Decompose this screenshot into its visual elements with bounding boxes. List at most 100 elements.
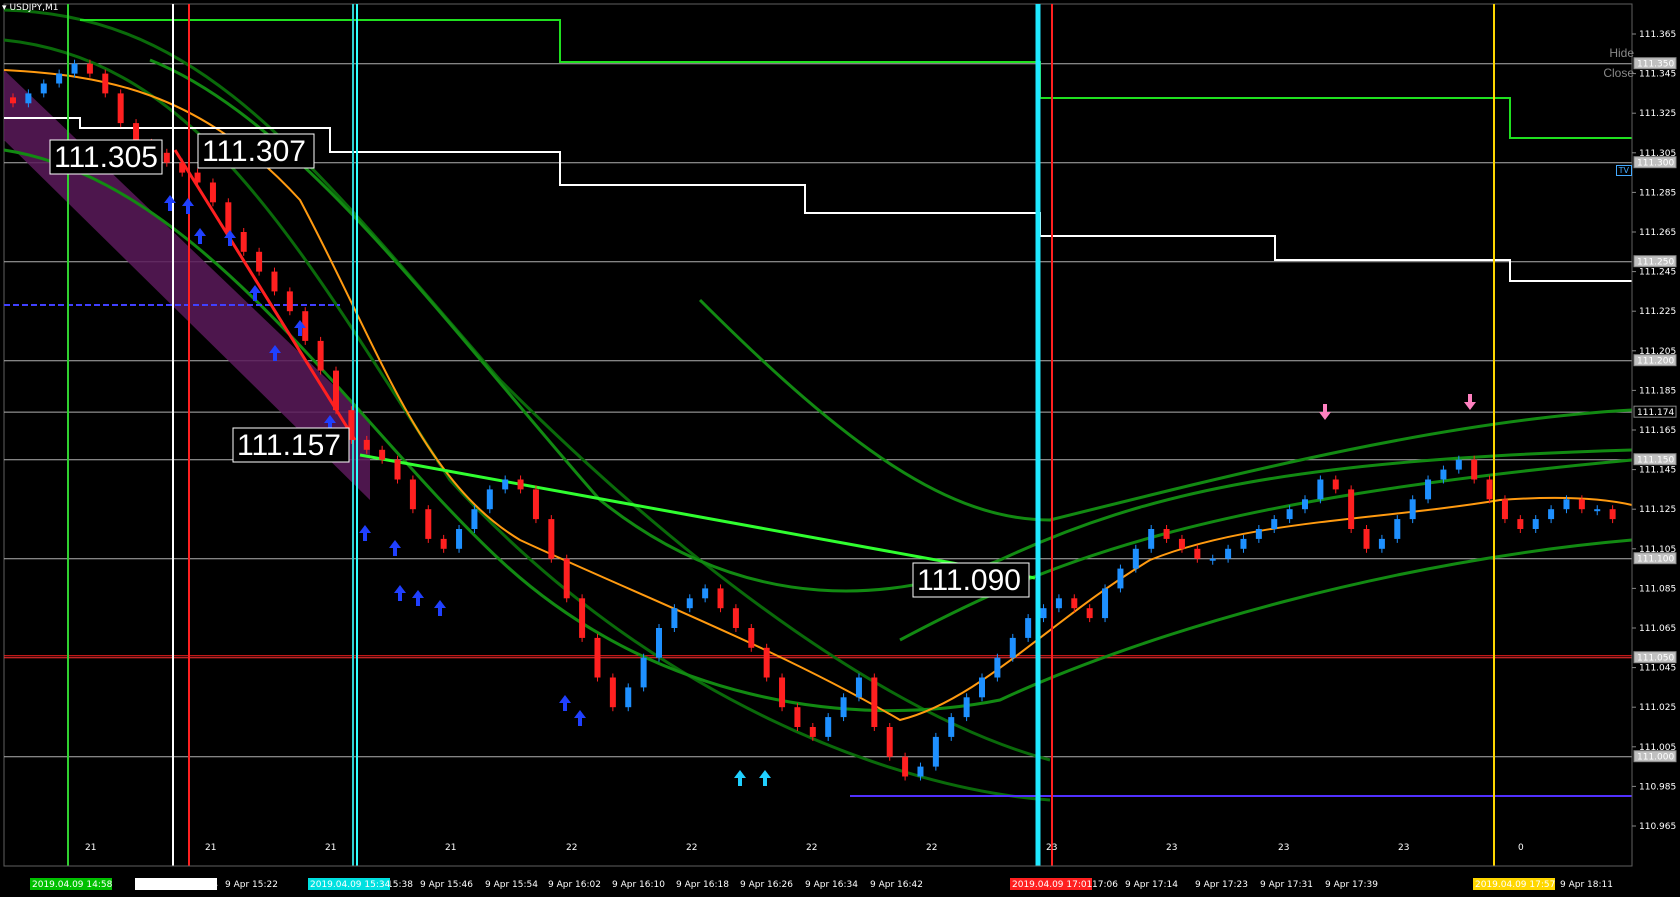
candle-body: [486, 489, 493, 510]
candle-body: [25, 93, 32, 104]
candle-body: [1086, 608, 1093, 619]
candle-body: [163, 152, 170, 163]
candle-body: [825, 717, 832, 737]
price-tick-label: 111.065: [1639, 624, 1676, 634]
candle-body: [563, 558, 570, 599]
candle-body: [1578, 499, 1585, 510]
candle-body: [102, 73, 109, 94]
candle-body: [71, 63, 78, 74]
annotation-label: 111.305: [54, 141, 158, 174]
candle-body: [209, 182, 216, 203]
hour-label: 23: [1278, 843, 1289, 853]
candle-body: [1548, 509, 1555, 520]
price-marker-label: 111.050: [1637, 654, 1674, 664]
hour-label: 22: [806, 843, 817, 853]
candle-body: [994, 657, 1001, 678]
candle-body: [794, 707, 801, 727]
candle-body: [717, 588, 724, 609]
candle-body: [1148, 529, 1155, 549]
price-tick-label: 111.285: [1639, 188, 1676, 198]
time-label: 9 Apr 17:31: [1260, 880, 1313, 890]
candle-body: [871, 677, 878, 727]
hour-label: 21: [325, 843, 336, 853]
price-tick-label: 111.265: [1639, 228, 1676, 238]
candle-body: [886, 727, 893, 757]
candle-body: [1317, 479, 1324, 500]
close-button[interactable]: Close: [1603, 66, 1634, 80]
candle-body: [1594, 509, 1601, 512]
candle-body: [1102, 588, 1109, 619]
price-tick-label: 110.965: [1639, 822, 1676, 832]
tv-badge[interactable]: TV: [1615, 165, 1632, 176]
candle-body: [1225, 548, 1232, 559]
candle-body: [1501, 499, 1508, 520]
time-label: 9 Apr 16:18: [676, 880, 729, 890]
price-marker-label: 111.100: [1637, 555, 1674, 565]
hour-label: 21: [445, 843, 456, 853]
candle-body: [1194, 548, 1201, 559]
price-tick-label: 111.165: [1639, 426, 1676, 436]
hide-button[interactable]: Hide: [1609, 46, 1634, 60]
candle-body: [532, 489, 539, 520]
candle-body: [625, 687, 632, 708]
candle-body: [948, 717, 955, 737]
hour-label: 22: [686, 843, 697, 853]
candle-body: [1163, 529, 1170, 539]
candle-body: [656, 628, 662, 658]
candle-body: [240, 232, 247, 252]
hour-label: 21: [205, 843, 216, 853]
candle-body: [1455, 459, 1462, 470]
price-tick-label: 111.345: [1639, 70, 1676, 80]
candle-body: [1563, 499, 1570, 510]
candle-body: [40, 83, 47, 94]
candle-body: [1178, 538, 1185, 549]
candle-body: [1348, 489, 1355, 529]
candle-body: [1471, 459, 1478, 480]
price-tick-label: 111.245: [1639, 268, 1676, 278]
candle-body: [256, 251, 263, 272]
hour-label: 23: [1046, 843, 1057, 853]
candle-body: [333, 370, 339, 411]
candle-body: [179, 162, 186, 173]
time-label: 9 Apr 16:26: [740, 880, 793, 890]
candle-body: [502, 479, 509, 490]
candle-body: [286, 291, 293, 312]
candle-body: [56, 73, 63, 84]
candle-body: [1286, 509, 1293, 520]
candle-body: [86, 63, 93, 74]
candle-body: [409, 479, 416, 510]
candle-body: [963, 697, 970, 718]
candle-body: [456, 529, 463, 549]
candle-body: [1117, 568, 1124, 589]
time-marker-label: 2019.04.09 17:01: [1012, 880, 1092, 890]
candle-body: [1425, 479, 1432, 500]
candle-body: [609, 677, 616, 708]
price-chart[interactable]: 111.305 111.307 111.157 111.090 111.365 111.…: [0, 0, 1680, 897]
hour-label: 23: [1166, 843, 1177, 853]
hour-label: 22: [926, 843, 937, 853]
time-marker-label: 2019.04.09 14:58: [32, 880, 113, 890]
candle-body: [1240, 538, 1247, 549]
candle-body: [1440, 469, 1447, 480]
time-label: 9 Apr 15:46: [420, 880, 473, 890]
price-tick-label: 110.985: [1639, 782, 1676, 792]
time-label: 9 Apr 16:10: [612, 880, 665, 890]
candle-body: [1517, 519, 1524, 529]
candle-body: [117, 93, 124, 124]
price-tick-label: 111.365: [1639, 30, 1676, 40]
candle-body: [1394, 519, 1401, 539]
symbol-title[interactable]: ▾ USDJPY,M1: [2, 3, 59, 13]
candle-body: [440, 538, 447, 549]
candle-body: [1071, 598, 1078, 609]
time-label: 9 Apr 16:02: [548, 880, 601, 890]
candle-body: [1409, 499, 1416, 520]
price-tick-label: 111.225: [1639, 307, 1676, 317]
dropdown-triangle-icon[interactable]: ▾: [2, 3, 7, 13]
price-tick-label: 111.325: [1639, 109, 1676, 119]
time-label: 9 Apr 17:23: [1195, 880, 1248, 890]
candle-body: [1009, 637, 1016, 658]
candle-body: [686, 598, 693, 609]
time-label: 9 Apr 17:14: [1125, 880, 1178, 890]
candle-body: [1271, 519, 1278, 529]
candle-body: [1532, 519, 1539, 529]
